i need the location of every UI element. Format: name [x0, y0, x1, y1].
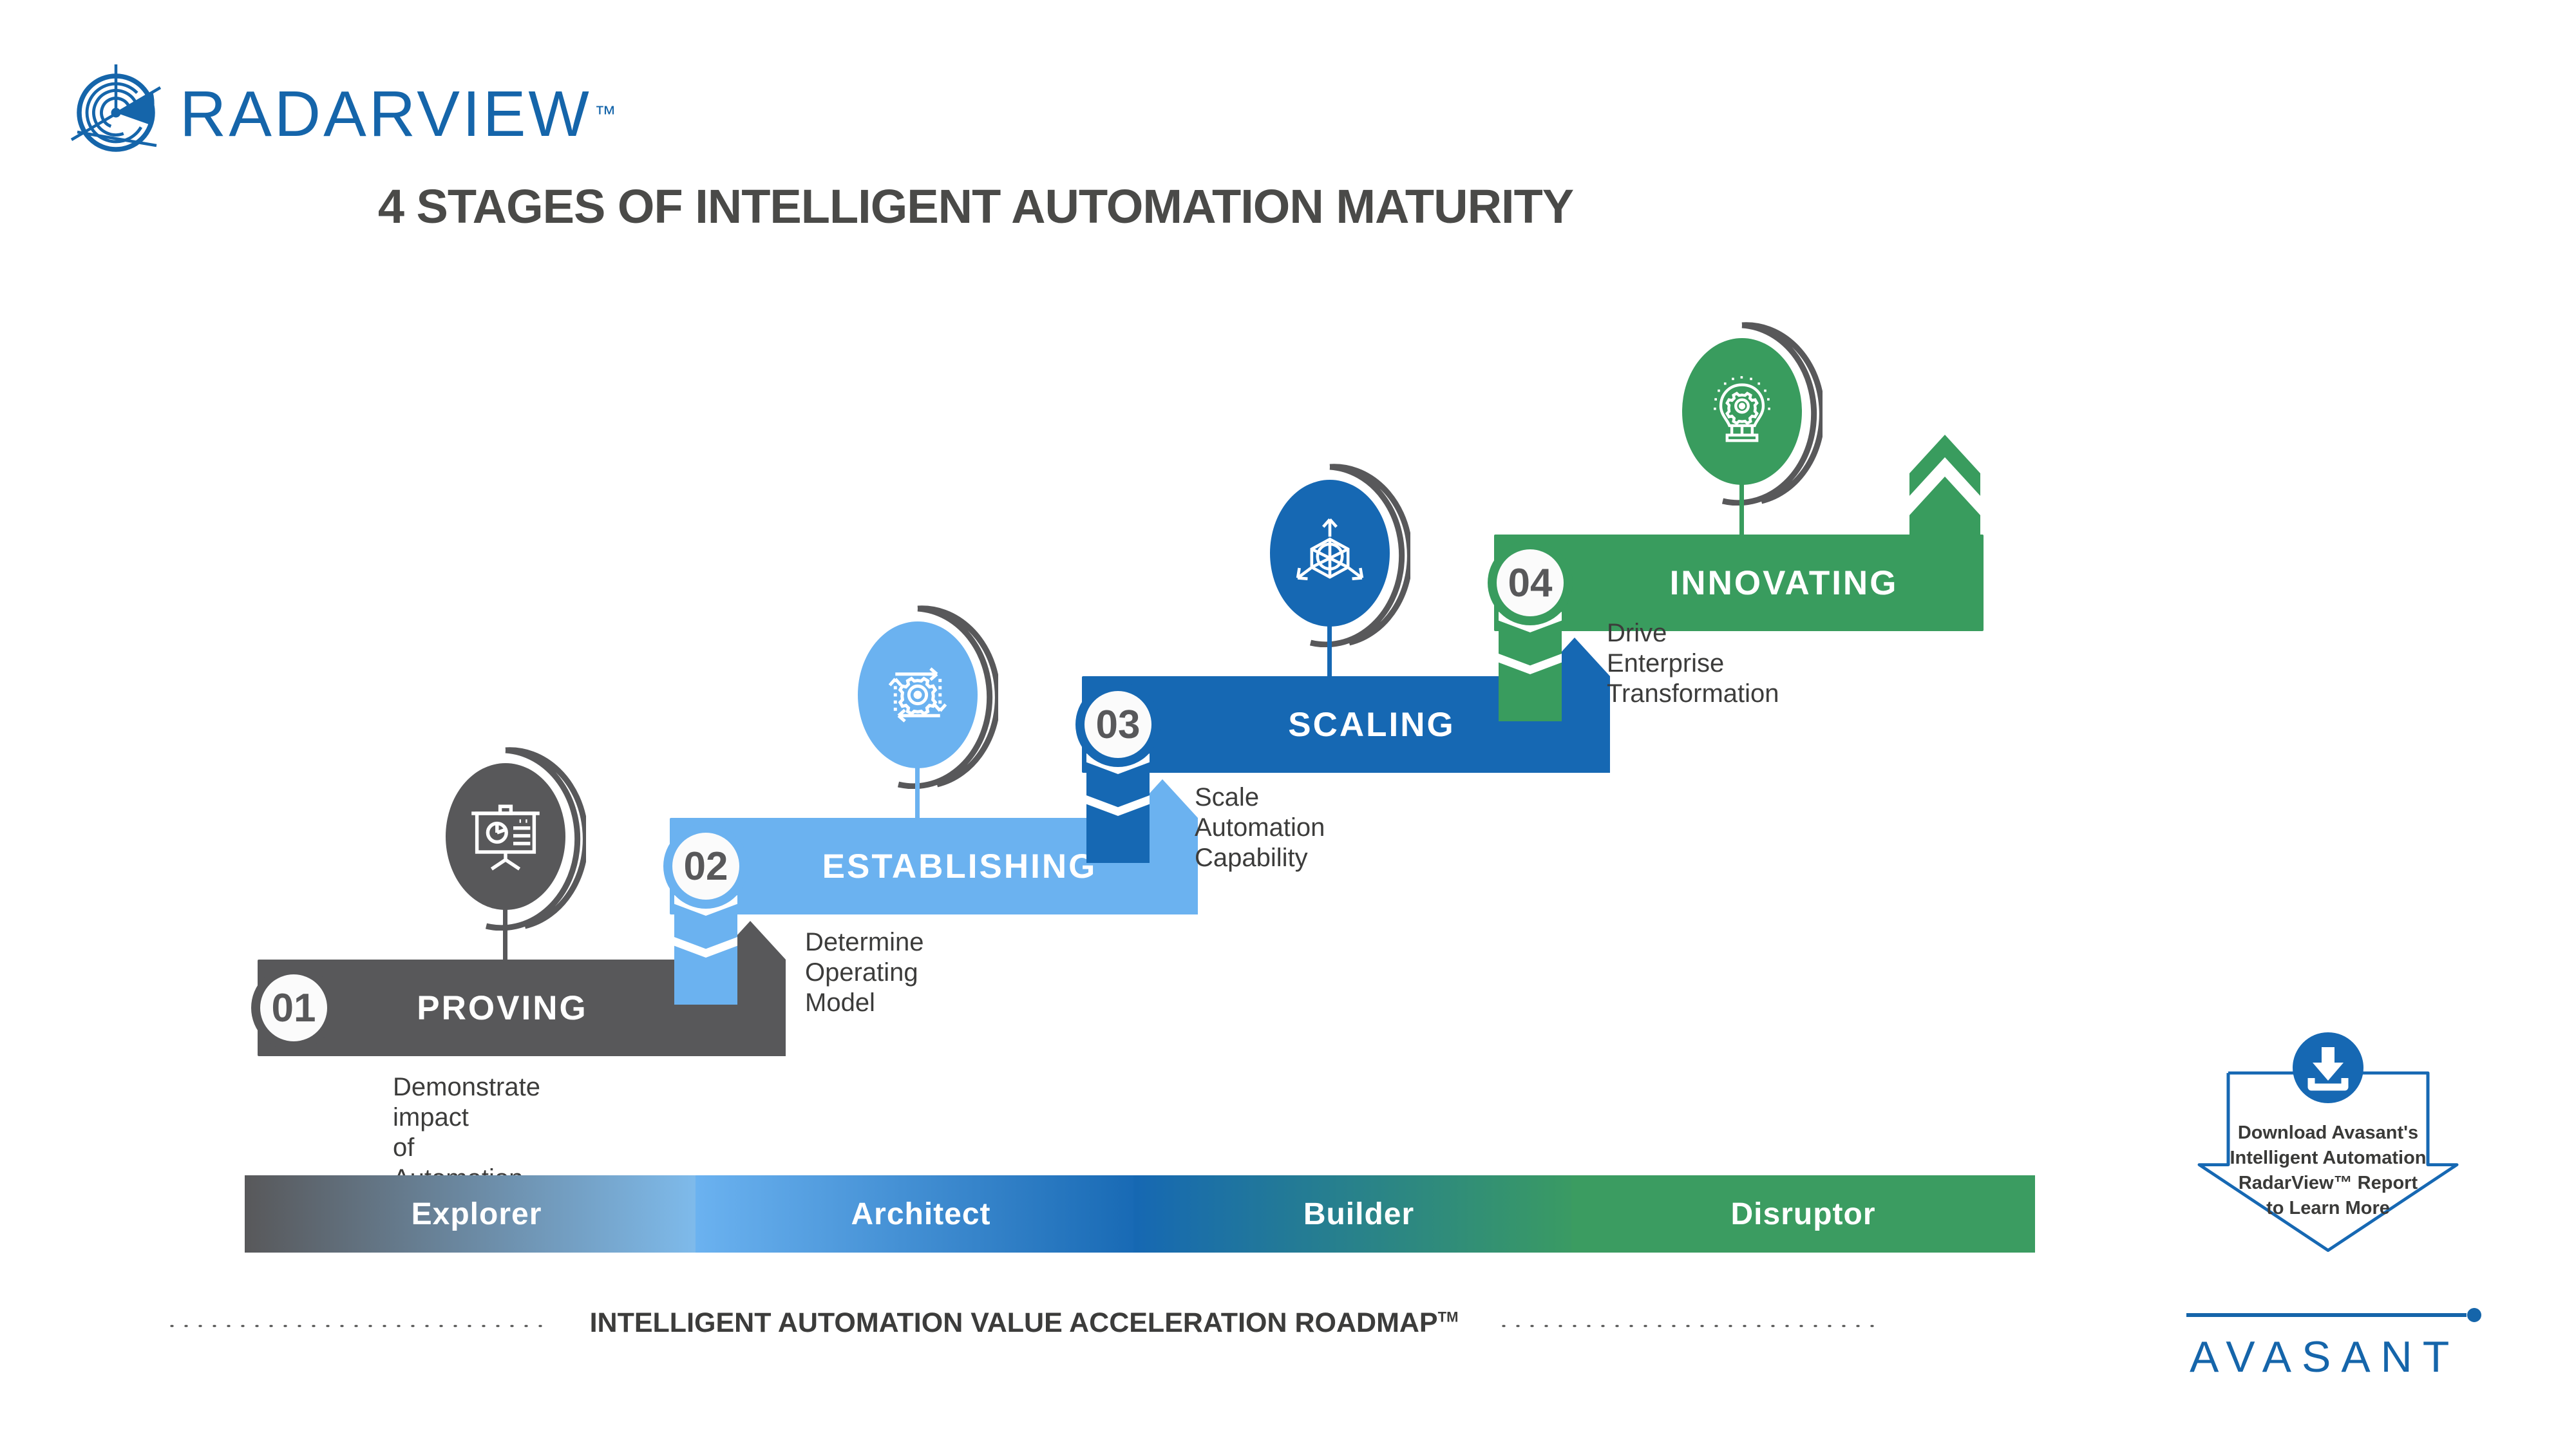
flow-label-disruptor: Disruptor — [1730, 1197, 1876, 1231]
caption-text: INTELLIGENT AUTOMATION VALUE ACCELERATIO… — [590, 1307, 1459, 1339]
radarview-logo: RADARVIEW ™ — [68, 64, 616, 164]
presentation-chart-icon — [471, 804, 540, 871]
gear-process-cycle-icon — [888, 667, 947, 723]
step-02-number: 02 — [683, 844, 728, 889]
step-03-number: 03 — [1095, 702, 1141, 747]
roadmap-caption: INTELLIGENT AUTOMATION VALUE ACCELERATIO… — [0, 1307, 2048, 1339]
step-03-stem — [1327, 625, 1332, 702]
step-02-description: Determine Operating Model — [805, 927, 924, 1019]
step-04-description: Drive Enterprise Transformation — [1607, 618, 1779, 710]
step-01-desc-line1: Demonstrate impact — [393, 1073, 540, 1132]
step-04-number-badge: 04 — [1488, 540, 1573, 625]
step-04-stem — [1739, 483, 1744, 560]
avasant-wordmark: AVASANT — [2190, 1332, 2460, 1381]
infographic-canvas: RADARVIEW ™ 4 STAGES OF INTELLIGENT AUTO… — [0, 0, 2576, 1449]
cta-text: Download Avasant's Intelligent Automatio… — [2193, 1121, 2463, 1222]
step-03-description: Scale Automation Capability — [1195, 782, 1325, 874]
step-03-number-badge: 03 — [1075, 682, 1160, 767]
step-04-desc-line2: Transformation — [1607, 679, 1779, 708]
cta-line2: Intelligent Automation — [2230, 1148, 2427, 1169]
flow-segment-builder[interactable]: Builder — [1133, 1175, 1584, 1253]
flow-segment-explorer[interactable]: Explorer — [245, 1175, 708, 1253]
radar-logo-icon — [68, 64, 164, 164]
step-03-desc-line1: Scale Automation — [1195, 783, 1325, 842]
step-01-number-badge: 01 — [251, 965, 336, 1050]
step-02-number-badge: 02 — [663, 824, 748, 909]
caption-main: INTELLIGENT AUTOMATION VALUE ACCELERATIO… — [589, 1307, 1438, 1338]
flow-label-explorer: Explorer — [411, 1197, 542, 1231]
flow-segment-architect[interactable]: Architect — [696, 1175, 1146, 1253]
brand-name: RADARVIEW — [180, 78, 592, 150]
caption-trademark: TM — [1437, 1309, 1459, 1325]
step-03-desc-line2: Capability — [1195, 844, 1308, 873]
step-01-stem — [503, 908, 507, 985]
step-01-number: 01 — [271, 985, 316, 1030]
cta-line1: Download Avasant's — [2237, 1122, 2419, 1143]
step-04-end-chevrons — [1909, 435, 1980, 580]
step-04-number: 04 — [1508, 560, 1553, 605]
cta-line3: RadarView™ Report — [2238, 1173, 2418, 1194]
brand-trademark: ™ — [594, 102, 616, 126]
step-04-desc-line1: Drive Enterprise — [1607, 619, 1725, 678]
step-02-desc-line2: Operating Model — [805, 958, 918, 1018]
page-title: 4 STAGES OF INTELLIGENT AUTOMATION MATUR… — [377, 180, 1574, 233]
lightbulb-gear-icon — [1714, 376, 1770, 442]
flow-label-architect: Architect — [851, 1197, 991, 1231]
caption-dots-right — [1497, 1318, 1884, 1328]
maturity-flow-bar: Explorer Architect Builder Disruptor — [245, 1175, 2035, 1253]
step-03-icon-disc — [1270, 480, 1390, 627]
flow-segment-disruptor[interactable]: Disruptor — [1571, 1175, 2035, 1253]
avasant-rule — [2186, 1308, 2481, 1322]
flow-label-builder: Builder — [1303, 1197, 1415, 1231]
step-02-desc-line1: Determine — [805, 928, 924, 956]
cta-line4: to Learn More — [2266, 1198, 2390, 1219]
step-04-icon-disc — [1682, 338, 1802, 485]
step-02-stem — [915, 766, 920, 844]
step-01-icon-disc — [446, 763, 565, 910]
cube-expand-network-icon — [1296, 518, 1364, 580]
caption-dots-left — [164, 1318, 551, 1328]
step-02-icon-disc — [858, 621, 978, 768]
